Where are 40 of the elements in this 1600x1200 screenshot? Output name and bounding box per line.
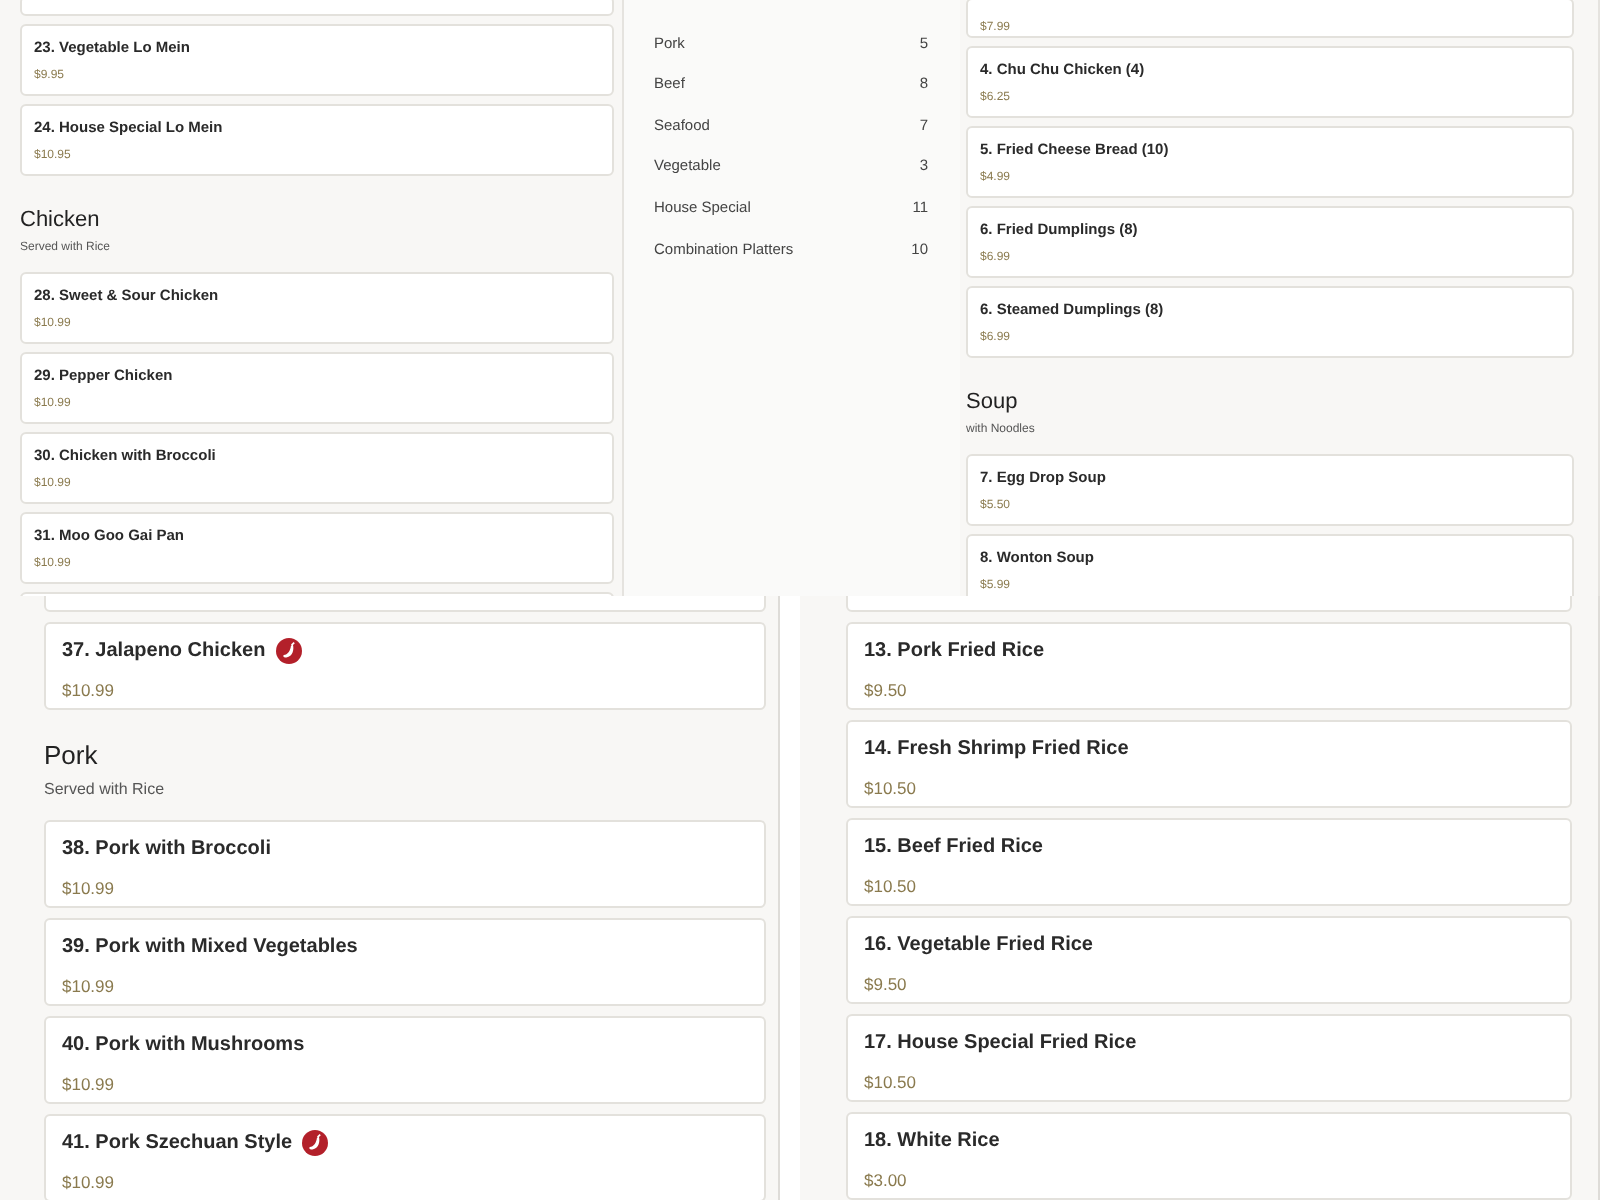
item-price: $10.50 [864,1070,918,1096]
section-title: Pork [44,740,100,773]
item-price: $10.50 [864,874,918,900]
menu-item-card[interactable]: 13. Pork Fried Rice $9.50 [846,622,1572,710]
item-price: $10.99 [62,876,116,902]
item-name: 40. Pork with Mushrooms [62,1032,305,1061]
menu-item-card[interactable] [20,0,614,16]
item-name: 17. House Special Fried Rice [864,1030,1137,1058]
item-name: 15. Beef Fried Rice [864,834,1043,862]
menu-item-card[interactable]: 38. Pork with Broccoli $10.99 [44,820,766,909]
section-title: Soup [966,390,1020,418]
menu-item-card[interactable]: 41. Pork Szechuan Style $10.99 [44,1114,766,1200]
item-price: $10.99 [62,678,116,704]
item-price: $9.50 [864,972,909,998]
menu-item-card[interactable]: 18. White Rice $3.00 [846,1112,1572,1200]
section-title: Chicken [20,208,102,236]
chili-pepper-icon [302,1130,329,1157]
item-name: 39. Pork with Mixed Vegetables [62,934,358,963]
item-name: 16. Vegetable Fried Rice [864,932,1093,960]
item-name: 37. Jalapeno Chicken [62,638,266,666]
item-price: $10.50 [864,776,918,802]
item-name: 38. Pork with Broccoli [62,836,271,865]
item-name: 41. Pork Szechuan Style [62,1130,293,1159]
section-subtitle: Served with Rice [44,778,167,803]
item-price: $10.99 [62,1072,116,1098]
menu-item-card[interactable]: 17. House Special Fried Rice $10.50 [846,1014,1572,1102]
menu-item-card[interactable]: 15. Beef Fried Rice $10.50 [846,818,1572,906]
item-price: $9.50 [864,678,909,704]
item-price: $10.99 [62,1170,116,1196]
chili-pepper-icon [275,638,302,664]
menu-item-card[interactable]: 16. Vegetable Fried Rice $9.50 [846,916,1572,1004]
menu-item-card[interactable]: 14. Fresh Shrimp Fried Rice $10.50 [846,720,1572,808]
item-price: $3.00 [864,1168,909,1194]
menu-item-card[interactable]: 40. Pork with Mushrooms $10.99 [44,1016,766,1105]
item-name: 13. Pork Fried Rice [864,638,1045,666]
menu-item-card[interactable]: 39. Pork with Mixed Vegetables $10.99 [44,918,766,1007]
menu-item-card[interactable]: 37. Jalapeno Chicken $10.99 [44,622,766,710]
item-price: $10.99 [62,974,116,1000]
item-name: 18. White Rice [864,1128,1000,1156]
item-name: 14. Fresh Shrimp Fried Rice [864,736,1129,764]
